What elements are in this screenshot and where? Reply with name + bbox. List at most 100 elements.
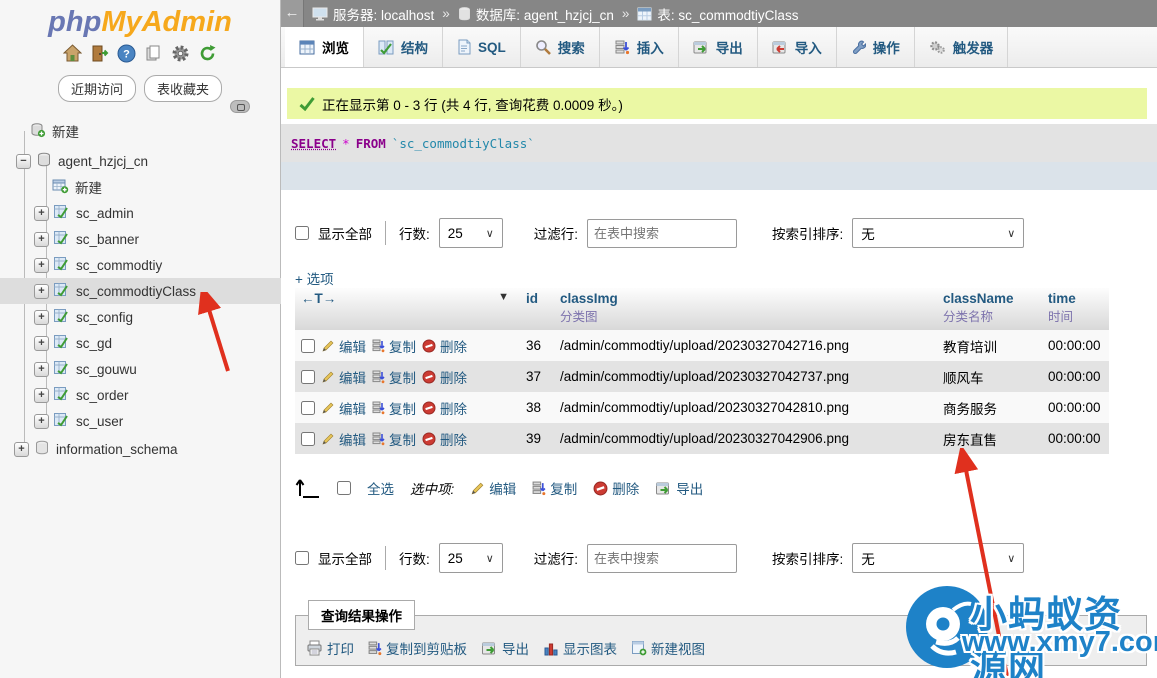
- options-toggle-link[interactable]: + 选项: [295, 268, 334, 288]
- row-copy-link[interactable]: 复制: [372, 398, 416, 418]
- row-checkbox[interactable]: [301, 339, 315, 353]
- rows-count-select[interactable]: 25 ∨: [439, 218, 503, 248]
- filter-rows-input[interactable]: [587, 544, 737, 573]
- favorite-tables-button[interactable]: 表收藏夹: [144, 75, 222, 102]
- display-chart-button[interactable]: 显示图表: [543, 638, 617, 658]
- row-checkbox[interactable]: [301, 401, 315, 415]
- delete-label: 删除: [440, 336, 467, 356]
- bulk-edit-label: 编辑: [489, 478, 516, 498]
- row-edit-link[interactable]: 编辑: [321, 429, 366, 449]
- tab-insert[interactable]: 插入: [600, 27, 679, 67]
- expand-icon[interactable]: +: [34, 258, 49, 273]
- bulk-edit-button[interactable]: 编辑: [470, 478, 516, 498]
- breadcrumb-table[interactable]: 表: sc_commodtiyClass: [637, 4, 798, 24]
- tree-item-new-database[interactable]: 新建: [0, 118, 281, 144]
- tree-item-table-sc_user[interactable]: + sc_user: [0, 408, 281, 434]
- row-delete-link[interactable]: 删除: [422, 336, 467, 356]
- tree-item-table-sc_config[interactable]: + sc_config: [0, 304, 281, 330]
- sort-dropdown-icon[interactable]: ▼: [498, 291, 509, 303]
- expand-icon[interactable]: +: [14, 442, 29, 457]
- row-delete-link[interactable]: 删除: [422, 398, 467, 418]
- success-check-icon: [299, 97, 315, 111]
- tree-item-table-sc_admin[interactable]: + sc_admin: [0, 200, 281, 226]
- create-view-button[interactable]: 新建视图: [631, 638, 705, 658]
- row-edit-link[interactable]: 编辑: [321, 367, 366, 387]
- query-status-message: 正在显示第 0 - 3 行 (共 4 行, 查询花费 0.0009 秒。): [287, 88, 1147, 119]
- tree-item-table-sc_commodtiyClass[interactable]: + sc_commodtiyClass: [0, 278, 281, 304]
- tab-sql[interactable]: SQL: [443, 27, 521, 67]
- expand-icon[interactable]: +: [34, 310, 49, 325]
- rows-count-select[interactable]: 25 ∨: [439, 543, 503, 573]
- recent-tables-button[interactable]: 近期访问: [58, 75, 136, 102]
- column-header-id[interactable]: id: [526, 291, 538, 306]
- rows-count-value: 25: [448, 226, 463, 241]
- row-checkbox[interactable]: [301, 432, 315, 446]
- filter-rows-input[interactable]: [587, 219, 737, 248]
- expand-icon[interactable]: +: [34, 336, 49, 351]
- sort-by-key-select[interactable]: 无 ∨: [852, 218, 1024, 248]
- tree-item-database[interactable]: − agent_hzjcj_cn: [0, 148, 281, 174]
- row-edit-link[interactable]: 编辑: [321, 398, 366, 418]
- panel-link-icon[interactable]: [230, 100, 250, 113]
- export-icon: [655, 481, 672, 496]
- logout-door-icon[interactable]: [90, 44, 109, 63]
- bulk-delete-button[interactable]: 删除: [593, 478, 639, 498]
- edit-label: 编辑: [339, 336, 366, 356]
- tree-item-information-schema[interactable]: + information_schema: [0, 436, 281, 462]
- refresh-icon[interactable]: [198, 44, 217, 63]
- expand-icon[interactable]: +: [34, 388, 49, 403]
- tree-item-table-sc_order[interactable]: + sc_order: [0, 382, 281, 408]
- expand-icon[interactable]: +: [34, 232, 49, 247]
- print-button[interactable]: 打印: [306, 638, 354, 658]
- home-icon[interactable]: [63, 44, 82, 63]
- bulk-export-button[interactable]: 导出: [655, 478, 703, 498]
- back-button[interactable]: ←: [281, 0, 304, 27]
- check-all-link[interactable]: 全选: [367, 478, 394, 498]
- docs-icon[interactable]: [144, 44, 163, 63]
- help-icon[interactable]: ?: [117, 44, 136, 63]
- column-header-time[interactable]: time: [1048, 291, 1101, 306]
- tree-item-new-table[interactable]: 新建: [0, 174, 281, 200]
- expand-icon[interactable]: +: [34, 206, 49, 221]
- tab-import[interactable]: 导入: [758, 27, 837, 67]
- table-icon: [53, 386, 70, 405]
- column-adjust-link[interactable]: ←T→: [301, 291, 336, 306]
- tree-item-table-sc_commodtiy[interactable]: + sc_commodtiy: [0, 252, 281, 278]
- row-copy-link[interactable]: 复制: [372, 367, 416, 387]
- cell-id: 36: [520, 330, 554, 361]
- column-header-classimg[interactable]: classImg: [560, 291, 929, 306]
- tab-browse[interactable]: 浏览: [285, 27, 364, 67]
- export-results-button[interactable]: 导出: [481, 638, 529, 658]
- tree-item-table-sc_gouwu[interactable]: + sc_gouwu: [0, 356, 281, 382]
- expand-icon[interactable]: +: [34, 414, 49, 429]
- settings-gear-icon[interactable]: [171, 44, 190, 63]
- show-all-checkbox[interactable]: [295, 226, 309, 240]
- row-copy-link[interactable]: 复制: [372, 336, 416, 356]
- breadcrumb-database[interactable]: 数据库: agent_hzjcj_cn: [458, 4, 614, 24]
- breadcrumb-server[interactable]: 服务器: localhost: [312, 4, 434, 24]
- sql-query-text[interactable]: SELECT * FROM `sc_commodtiyClass`: [281, 124, 1157, 162]
- copy-to-clipboard-button[interactable]: 复制到剪贴板: [368, 638, 467, 658]
- show-all-checkbox[interactable]: [295, 551, 309, 565]
- row-delete-link[interactable]: 删除: [422, 367, 467, 387]
- row-delete-link[interactable]: 删除: [422, 429, 467, 449]
- tree-item-table-sc_gd[interactable]: + sc_gd: [0, 330, 281, 356]
- tab-triggers[interactable]: 触发器: [915, 27, 1009, 67]
- row-checkbox[interactable]: [301, 370, 315, 384]
- table-icon: [53, 308, 70, 327]
- expand-icon[interactable]: +: [34, 362, 49, 377]
- collapse-icon[interactable]: −: [16, 154, 31, 169]
- check-all-checkbox[interactable]: [337, 481, 351, 495]
- column-header-classname[interactable]: className: [943, 291, 1034, 306]
- tab-structure[interactable]: 结构: [364, 27, 443, 67]
- row-edit-link[interactable]: 编辑: [321, 336, 366, 356]
- tab-operations[interactable]: 操作: [837, 27, 915, 67]
- tab-search[interactable]: 搜索: [521, 27, 600, 67]
- tree-item-table-sc_banner[interactable]: + sc_banner: [0, 226, 281, 252]
- bulk-copy-button[interactable]: 复制: [532, 478, 577, 498]
- phpmyadmin-logo: phpMyAdmin: [0, 0, 280, 39]
- row-copy-link[interactable]: 复制: [372, 429, 416, 449]
- tab-export[interactable]: 导出: [679, 27, 758, 67]
- expand-icon[interactable]: +: [34, 284, 49, 299]
- sort-by-key-select[interactable]: 无 ∨: [852, 543, 1024, 573]
